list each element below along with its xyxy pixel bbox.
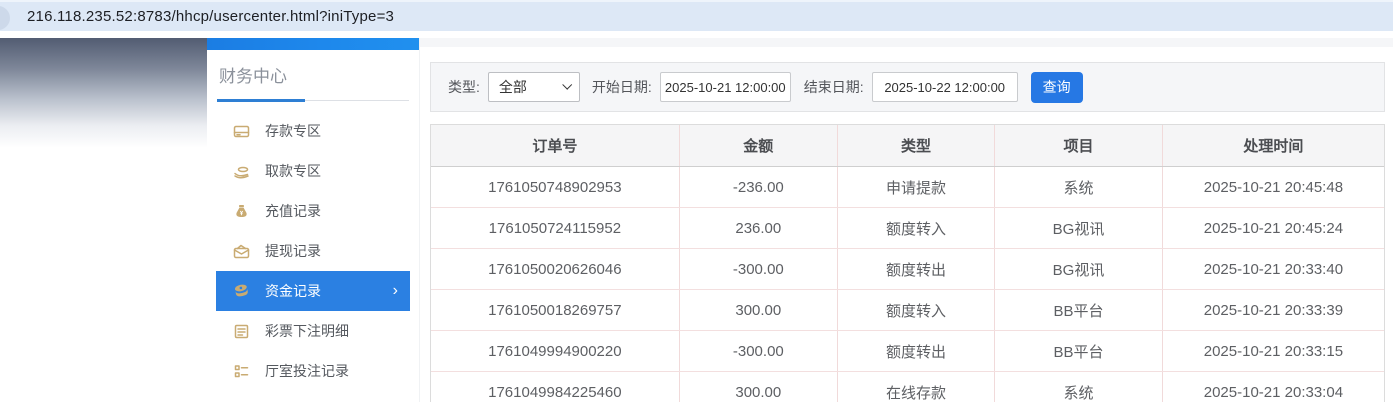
sidebar-menu: 存款专区 取款专区 充值记录 提现记录 资金记录 › 彩票下注明细 厅室投注记录 (207, 102, 419, 402)
sidebar-finance-center: 财务中心 存款专区 取款专区 充值记录 提现记录 资金记录 › 彩票下注明细 厅… (207, 38, 420, 402)
start-date-label: 开始日期: (591, 79, 652, 95)
page-root: 财务中心 存款专区 取款专区 充值记录 提现记录 资金记录 › 彩票下注明细 厅… (0, 31, 1393, 402)
table-row: 1761049994900220 -300.00 额度转出 BB平台 2025-… (431, 331, 1384, 372)
table-row: 1761050724115952 236.00 额度转入 BG视讯 2025-1… (431, 208, 1384, 249)
cell-type: 额度转入 (838, 208, 996, 248)
table-row: 1761049984225460 300.00 在线存款 系统 2025-10-… (431, 372, 1384, 402)
sidebar-item-label: 厅室投注记录 (265, 363, 349, 379)
header-type: 类型 (838, 125, 996, 166)
sidebar-title-underline (217, 98, 409, 102)
money-bag-icon (233, 203, 250, 220)
cell-type: 额度转出 (838, 249, 996, 289)
filter-bar: 类型: 全部 开始日期: 结束日期: 查询 (430, 62, 1385, 112)
cell-amount: -300.00 (680, 249, 838, 289)
table-row: 1761050018269757 300.00 额度转入 BB平台 2025-1… (431, 290, 1384, 331)
sidebar-item-deposit-zone[interactable]: 存款专区 (216, 111, 410, 151)
cell-project: BB平台 (995, 290, 1163, 330)
cell-order-no: 1761050748902953 (431, 167, 680, 207)
header-project: 项目 (995, 125, 1163, 166)
sidebar-item-funds-records[interactable]: 资金记录 › (216, 271, 410, 311)
sidebar-item-label: 提现记录 (265, 243, 321, 259)
cell-type: 额度转入 (838, 290, 996, 330)
header-process-time: 处理时间 (1243, 138, 1304, 155)
sidebar-item-label: 取款专区 (265, 163, 321, 179)
cell-order-no: 1761049994900220 (431, 331, 680, 371)
type-filter-label: 类型: (448, 79, 480, 95)
sidebar-item-label: 存款专区 (265, 123, 321, 139)
cell-process-time: 2025-10-21 20:33:15 (1203, 342, 1344, 360)
cell-order-no: 1761050020626046 (431, 249, 680, 289)
cell-amount: -236.00 (680, 167, 838, 207)
sidebar-item-withdraw-zone[interactable]: 取款专区 (216, 151, 410, 191)
sidebar-blue-banner (207, 38, 419, 50)
content-top-strip (420, 38, 1393, 47)
funds-records-table: 订单号 金额 类型 项目 处理时间 1761050748902953 -236.… (430, 124, 1385, 402)
cell-project: 系统 (995, 167, 1163, 207)
cell-process-time: 2025-10-21 20:33:40 (1203, 260, 1344, 278)
cell-type: 额度转出 (838, 331, 996, 371)
cell-order-no: 1761049984225460 (431, 372, 680, 402)
browser-button-partial-icon (0, 6, 10, 30)
table-row: 1761050748902953 -236.00 申请提款 系统 2025-10… (431, 167, 1384, 208)
type-select[interactable]: 全部 (487, 72, 580, 102)
sidebar-item-player-bet-report[interactable]: 玩家投注报表 (216, 391, 410, 402)
cell-process-time: 2025-10-21 20:33:39 (1203, 301, 1344, 319)
sidebar-header: 财务中心 (207, 50, 419, 102)
cell-amount: 236.00 (680, 208, 838, 248)
cell-type: 在线存款 (838, 372, 996, 402)
cell-amount: -300.00 (680, 331, 838, 371)
page-background-gradient (0, 38, 207, 148)
chevron-down-icon (562, 79, 573, 90)
header-amount: 金额 (680, 125, 838, 166)
cell-amount: 300.00 (680, 290, 838, 330)
cell-project: BG视讯 (995, 249, 1163, 289)
end-date-label: 结束日期: (803, 79, 864, 95)
sidebar-item-label: 资金记录 (265, 283, 321, 299)
table-body: 1761050748902953 -236.00 申请提款 系统 2025-10… (431, 167, 1384, 402)
cell-process-time: 2025-10-21 20:33:04 (1203, 383, 1344, 401)
sidebar-item-withdrawal-records[interactable]: 提现记录 (216, 231, 410, 271)
cell-process-time: 2025-10-21 20:45:48 (1203, 178, 1344, 196)
sidebar-item-label: 彩票下注明细 (265, 323, 349, 339)
sidebar-item-label: 充值记录 (265, 203, 321, 219)
sidebar-item-recharge-records[interactable]: 充值记录 (216, 191, 410, 231)
table-row: 1761050020626046 -300.00 额度转出 BG视讯 2025-… (431, 249, 1384, 290)
search-button[interactable]: 查询 (1030, 71, 1083, 103)
sidebar-item-lottery-bet-details[interactable]: 彩票下注明细 (216, 311, 410, 351)
deposit-card-icon (233, 123, 250, 140)
header-order-no: 订单号 (431, 125, 680, 166)
coins-icon (233, 283, 250, 300)
cell-order-no: 1761050724115952 (431, 208, 680, 248)
cell-project: BG视讯 (995, 208, 1163, 248)
cell-project: BB平台 (995, 331, 1163, 371)
cell-project: 系统 (995, 372, 1163, 402)
document-icon (233, 323, 250, 340)
cell-amount: 300.00 (680, 372, 838, 402)
withdraw-hand-icon (233, 163, 250, 180)
url-text: 216.118.235.52:8783/hhcp/usercenter.html… (27, 8, 395, 25)
table-header-row: 订单号 金额 类型 项目 处理时间 (431, 125, 1384, 167)
cell-type: 申请提款 (838, 167, 996, 207)
cell-order-no: 1761050018269757 (431, 290, 680, 330)
browser-url-bar[interactable]: 216.118.235.52:8783/hhcp/usercenter.html… (0, 0, 1393, 31)
main-content: 类型: 全部 开始日期: 结束日期: 查询 订单号 金额 类型 项目 处理时间 … (420, 31, 1393, 402)
wallet-icon (233, 243, 250, 260)
chevron-right-icon: › (392, 282, 398, 299)
end-date-input[interactable] (871, 72, 1018, 102)
type-select-value: 全部 (498, 79, 527, 95)
sidebar-item-hall-bet-records[interactable]: 厅室投注记录 (216, 351, 410, 391)
list-icon (233, 363, 250, 380)
cell-process-time: 2025-10-21 20:45:24 (1203, 219, 1344, 237)
start-date-input[interactable] (659, 72, 791, 102)
sidebar-title: 财务中心 (219, 67, 287, 86)
